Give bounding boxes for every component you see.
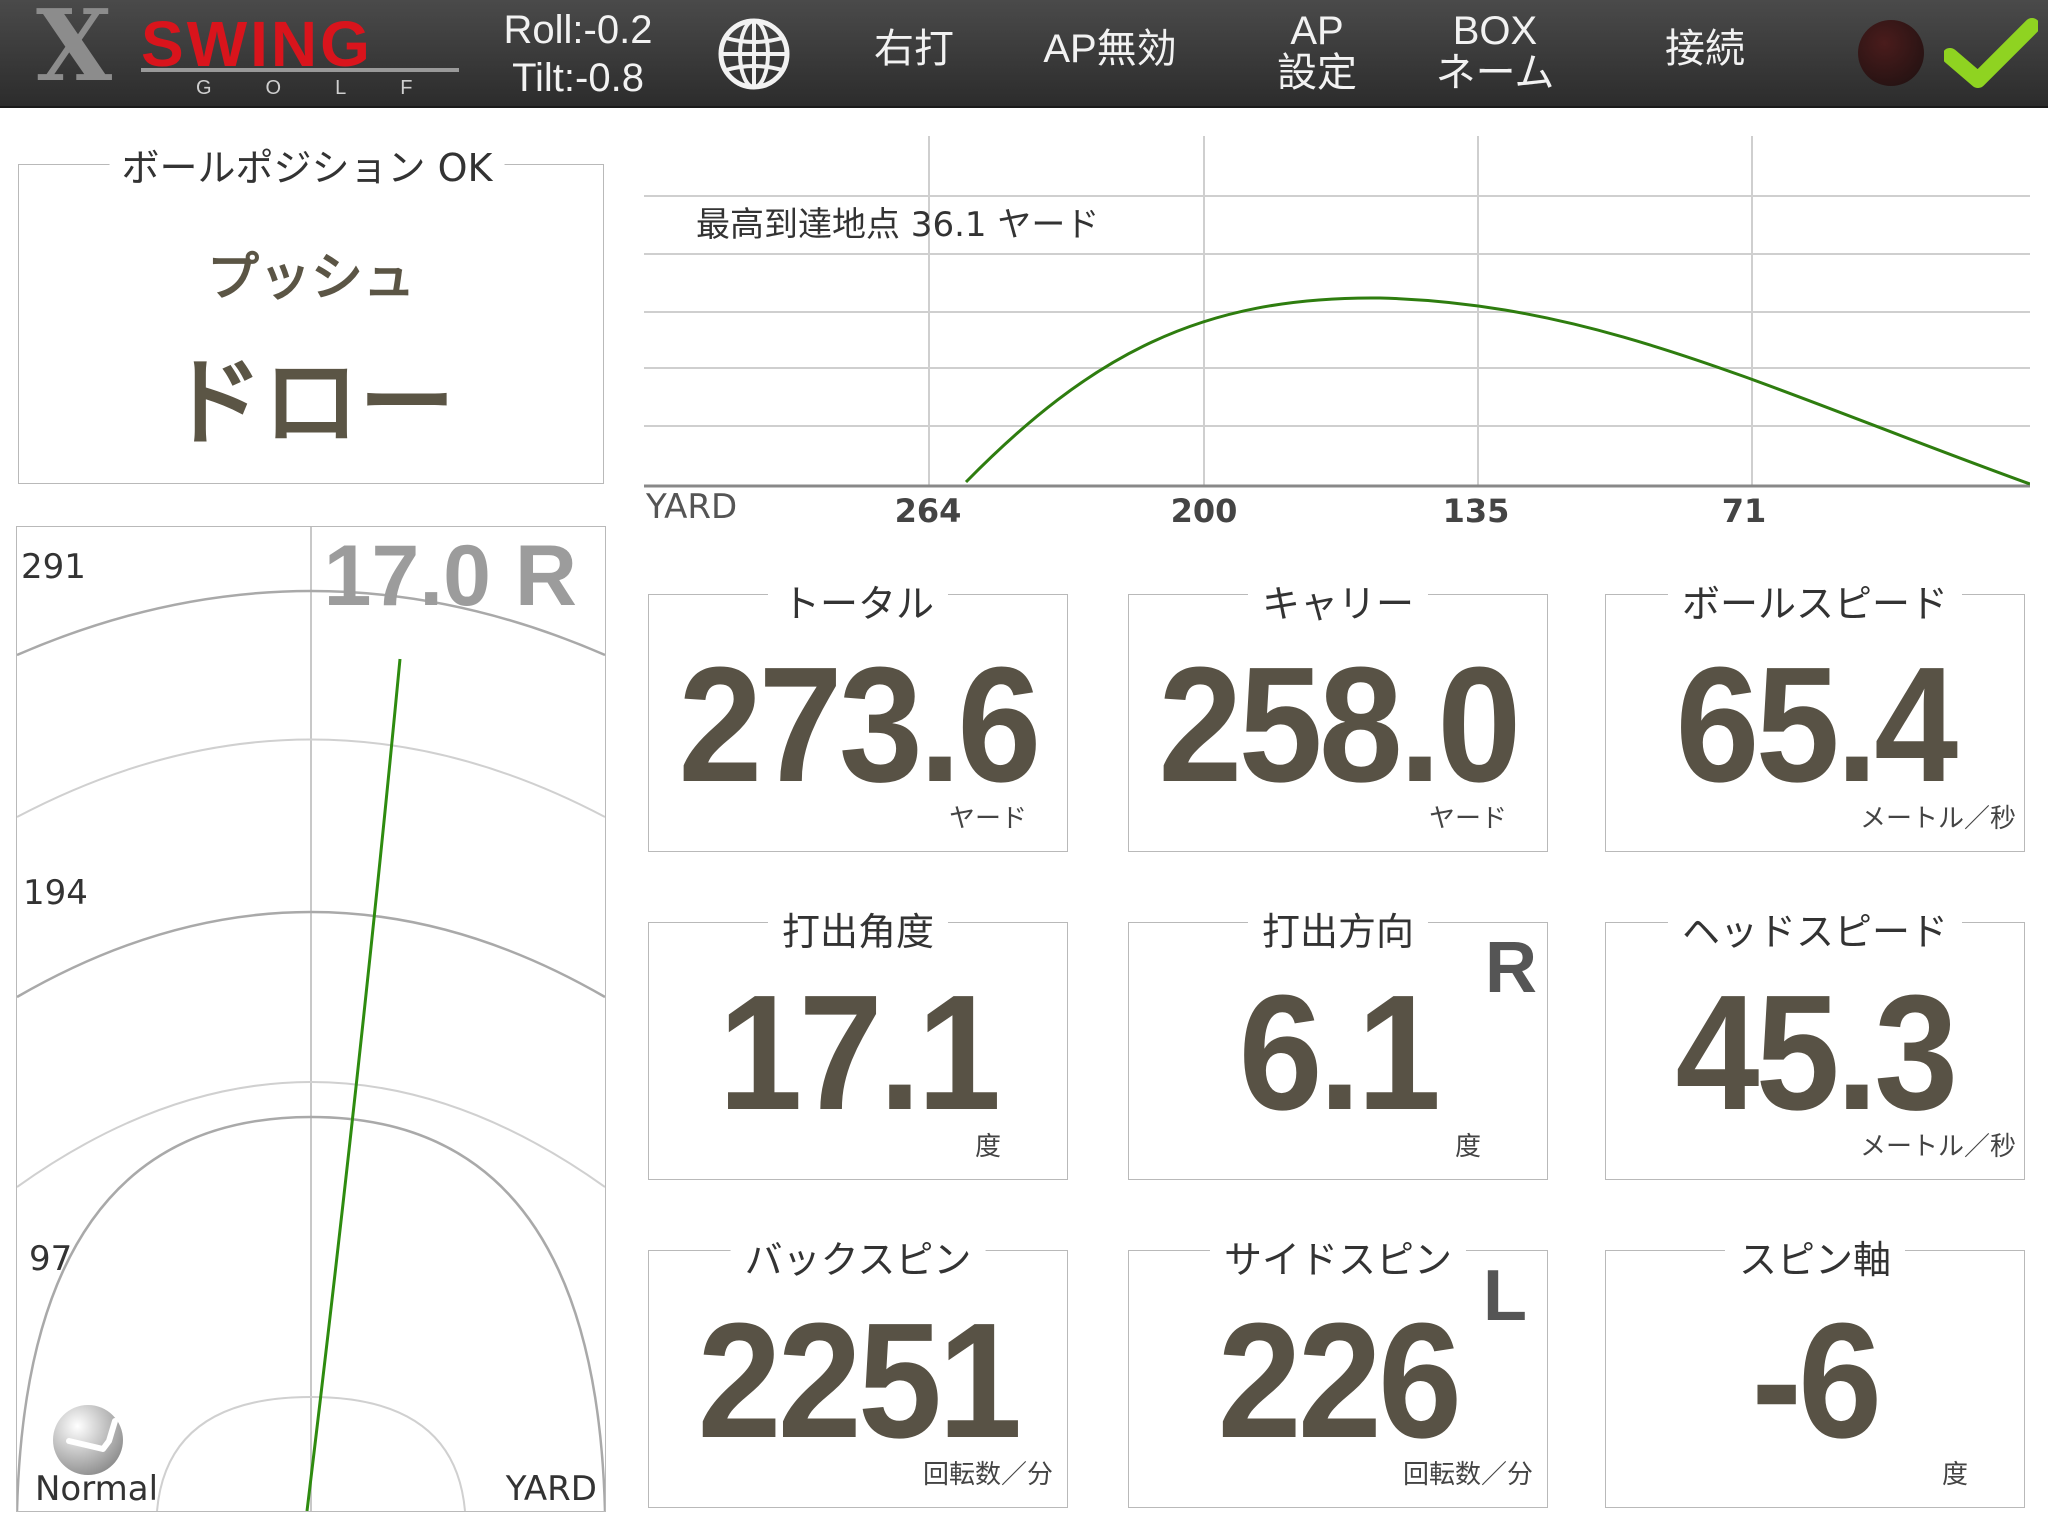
- logo-word: SWING: [141, 8, 373, 80]
- metric-value: 17.1: [718, 961, 1002, 1144]
- metric-title: 打出角度: [767, 901, 949, 956]
- angle-readout: 17.0 R: [323, 528, 577, 624]
- ball-position-title: ボールポジション OK: [109, 137, 505, 192]
- top-view-axis-label: YARD: [505, 1469, 597, 1509]
- top-view-plot: [17, 527, 605, 1511]
- globe-icon[interactable]: [716, 16, 792, 92]
- top-view-panel: 291 194 97 17.0 R Normal YARD: [16, 526, 606, 1512]
- ap-disable-label: AP無効: [1043, 27, 1177, 71]
- metric-card-spin-axis: スピン軸 -6 度: [1605, 1229, 2025, 1508]
- ap-settings-label-1: AP: [1290, 9, 1344, 53]
- metric-value: 2251: [697, 1289, 1023, 1472]
- metric-unit: メートル／秒: [1859, 1132, 2016, 1162]
- logo-underline: [141, 68, 459, 72]
- metric-title: バックスピン: [730, 1229, 986, 1284]
- metric-value: 45.3: [1675, 961, 1959, 1144]
- metric-card-ball-speed: ボールスピード 65.4 メートル／秒: [1605, 573, 2025, 852]
- metric-value: 65.4: [1675, 633, 1959, 816]
- trajectory-tick: 71: [1722, 492, 1767, 530]
- metric-title: キャリー: [1247, 573, 1429, 628]
- tilt-value: Tilt:-0.8: [512, 56, 644, 100]
- metric-unit: 度: [1454, 1132, 1481, 1162]
- ap-settings-button[interactable]: AP 設定: [1262, 10, 1372, 94]
- connection-status-indicator: [1858, 20, 1924, 86]
- metric-card-sidespin: サイドスピン L 226 回転数／分: [1128, 1229, 1548, 1508]
- metric-card-backspin: バックスピン 2251 回転数／分: [648, 1229, 1068, 1508]
- metric-unit: ヤード: [948, 804, 1027, 834]
- trajectory-tick: 200: [1171, 492, 1238, 530]
- roll-tilt-readout: Roll:-0.2 Tilt:-0.8: [488, 6, 668, 102]
- trajectory-tick: 135: [1443, 492, 1510, 530]
- connect-button[interactable]: 接続: [1650, 28, 1760, 70]
- metric-unit: 度: [974, 1132, 1001, 1162]
- metric-card-launch-direction: 打出方向 R 6.1 度: [1128, 901, 1548, 1180]
- checkmark-icon[interactable]: [1944, 18, 2038, 88]
- metric-value: 258.0: [1158, 633, 1521, 816]
- logo-sub: GOLF: [196, 77, 467, 99]
- ball-flight-curve: [964, 296, 2030, 486]
- metric-unit: メートル／秒: [1859, 804, 2016, 834]
- metric-title: ヘッドスピード: [1667, 901, 1963, 956]
- max-height-label: 最高到達地点 36.1 ヤード: [696, 205, 1099, 245]
- trajectory-chart: 最高到達地点 36.1 ヤード YARD 264 200 135 71: [644, 136, 2030, 530]
- logo-letter: X: [36, 0, 113, 104]
- top-bar: X SWING GOLF Roll:-0.2 Tilt:-0.8 右打 AP無効…: [0, 0, 2048, 108]
- club-mode-label[interactable]: Normal: [35, 1469, 158, 1509]
- iron-club-icon: [66, 1418, 118, 1452]
- ap-settings-label-2: 設定: [1277, 51, 1357, 95]
- xswing-golf-logo: X SWING GOLF: [36, 0, 459, 98]
- club-icon[interactable]: [53, 1405, 123, 1475]
- trajectory-axis-label: YARD: [645, 487, 737, 527]
- box-name-button[interactable]: BOX ネーム: [1420, 10, 1570, 94]
- shot-type-label: プッシュ: [206, 248, 415, 308]
- metric-title: スピン軸: [1724, 1229, 1906, 1284]
- roll-value: Roll:-0.2: [503, 8, 653, 52]
- handedness-button[interactable]: 右打: [864, 28, 964, 70]
- metric-unit: 回転数／分: [922, 1460, 1053, 1490]
- connect-label: 接続: [1665, 27, 1745, 71]
- metric-card-launch-angle: 打出角度 17.1 度: [648, 901, 1068, 1180]
- ball-position-panel: ボールポジション OK プッシュ ドロー: [18, 137, 604, 484]
- metric-unit: 度: [1941, 1460, 1968, 1490]
- distance-label: 97: [29, 1239, 73, 1279]
- metric-card-total: トータル 273.6 ヤード: [648, 573, 1068, 852]
- metric-value: 6.1: [1238, 961, 1441, 1144]
- curve-type-label: ドロー: [167, 347, 455, 459]
- trajectory-tick: 264: [895, 492, 962, 530]
- metric-unit: 回転数／分: [1402, 1460, 1533, 1490]
- box-name-label-1: BOX: [1452, 9, 1538, 53]
- metric-value: 273.6: [678, 633, 1041, 816]
- distance-label: 194: [23, 873, 88, 913]
- trajectory-grid: [644, 136, 2030, 486]
- metric-unit: ヤード: [1428, 804, 1507, 834]
- distance-label: 291: [21, 547, 86, 587]
- ap-disable-button[interactable]: AP無効: [1030, 28, 1190, 70]
- metric-title: サイドスピン: [1209, 1229, 1467, 1284]
- metric-value: -6: [1751, 1289, 1882, 1472]
- metric-value: 226: [1217, 1289, 1462, 1472]
- metric-title: トータル: [767, 573, 949, 628]
- metric-title: 打出方向: [1247, 901, 1429, 956]
- box-name-label-2: ネーム: [1435, 51, 1555, 95]
- handedness-label: 右打: [874, 27, 954, 71]
- metric-card-head-speed: ヘッドスピード 45.3 メートル／秒: [1605, 901, 2025, 1180]
- metric-card-carry: キャリー 258.0 ヤード: [1128, 573, 1548, 852]
- metric-title: ボールスピード: [1667, 573, 1963, 628]
